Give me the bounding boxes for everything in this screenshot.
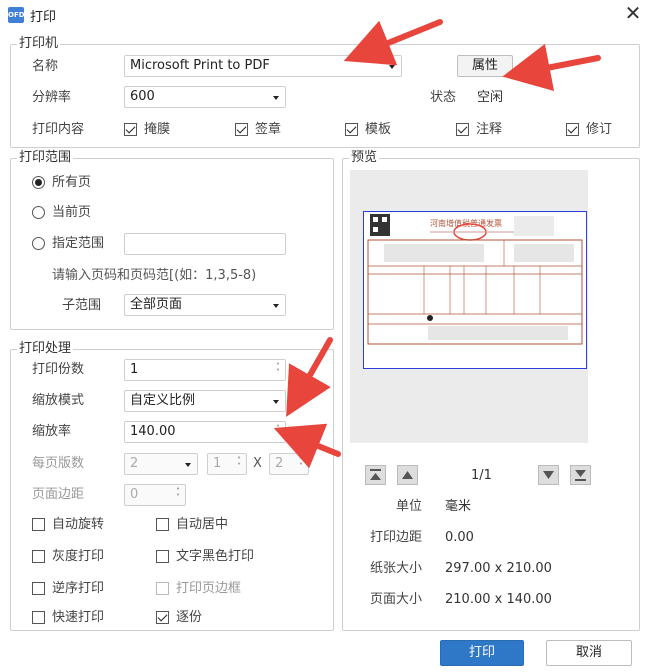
arrow-to-printer-select <box>343 19 443 66</box>
arrow-to-properties <box>502 43 601 91</box>
arrow-to-scale-mode <box>286 337 333 417</box>
annotation-arrows <box>273 19 601 469</box>
arrow-to-scale-rate <box>273 423 341 469</box>
